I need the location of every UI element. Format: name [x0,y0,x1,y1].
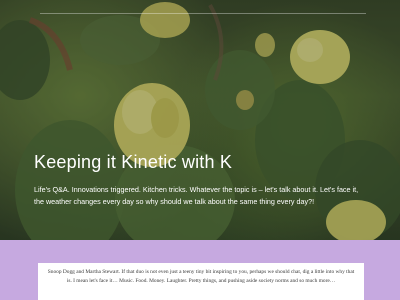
site-title: Keeping it Kinetic with K [34,152,233,172]
header-divider [40,13,366,14]
intro-text: Snoop Dogg and Martha Stewart. If that d… [47,269,355,284]
intro-card: Snoop Dogg and Martha Stewart. If that d… [38,263,364,300]
hero-banner: Keeping it Kinetic with K Life's Q&A. In… [0,0,400,240]
site-tagline: Life's Q&A. Innovations triggered. Kitch… [34,185,359,206]
